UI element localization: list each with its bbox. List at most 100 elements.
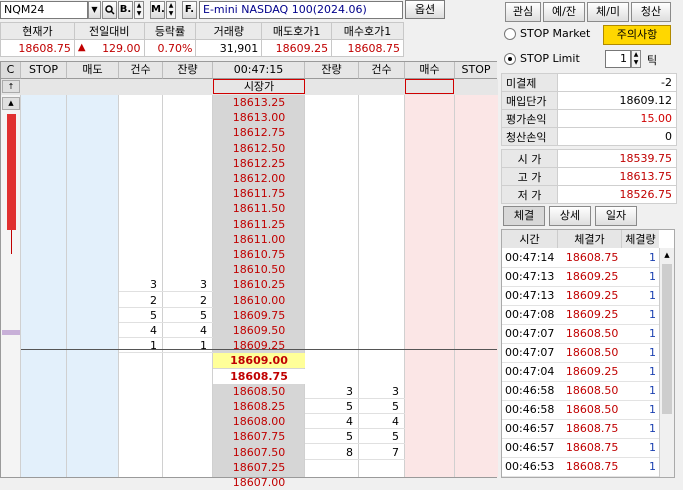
ladder-price[interactable]: 18611.25 <box>213 217 305 232</box>
subtab-daily[interactable]: 일자 <box>595 206 637 226</box>
ladder-price[interactable]: 18612.00 <box>213 171 305 186</box>
ladder-row: 1 1 18609.25 <box>1 338 498 354</box>
search-button[interactable] <box>102 1 117 19</box>
tab-watchlist[interactable]: 관심 <box>505 2 541 22</box>
trade-price: 18609.25 <box>557 267 622 287</box>
ladder-price[interactable]: 18610.75 <box>213 247 305 262</box>
ask-qty-cell <box>163 353 213 368</box>
ask-count-cell <box>119 353 163 368</box>
market-price-sell-box[interactable]: 시장가 <box>213 79 305 94</box>
spin-down-icon[interactable]: ▼ <box>632 59 640 67</box>
ask-count-cell <box>119 475 163 490</box>
trades-header-qty: 체결량 <box>625 233 656 246</box>
ladder-price[interactable]: 18609.25 <box>213 338 305 353</box>
b-spinner[interactable]: ▲ ▼ <box>134 1 144 19</box>
ladder-price[interactable]: 18607.00 <box>213 475 305 490</box>
symbol-dropdown-button[interactable]: ▼ <box>88 1 101 19</box>
trade-row: 00:47:13 18609.25 1 <box>502 286 659 306</box>
trade-row: 00:47:07 18608.50 1 <box>502 324 659 344</box>
spin-up-icon[interactable]: ▲ <box>167 2 175 10</box>
spin-up-icon[interactable]: ▲ <box>632 51 640 59</box>
trade-row: 00:46:53 18608.75 1 <box>502 457 659 477</box>
change-value: ▲ 129.00 <box>73 39 145 57</box>
options-button[interactable]: 옵션 <box>405 0 445 19</box>
trade-row: 00:47:04 18609.25 1 <box>502 362 659 382</box>
ladder-price[interactable]: 18611.00 <box>213 232 305 247</box>
ladder-price[interactable]: 18607.50 <box>213 445 305 460</box>
ladder-price[interactable]: 18608.25 <box>213 399 305 414</box>
ask-qty-cell <box>163 399 213 414</box>
ladder-price[interactable]: 18611.75 <box>213 186 305 201</box>
spin-down-icon[interactable]: ▼ <box>135 10 143 18</box>
ladder-price[interactable]: 18612.75 <box>213 125 305 140</box>
ask-bid-separator <box>21 349 497 350</box>
ask-qty-cell: 2 <box>163 293 213 308</box>
ask-count-cell <box>119 429 163 444</box>
scrollbar-thumb[interactable] <box>662 264 672 414</box>
ladder-price[interactable]: 18612.50 <box>213 141 305 156</box>
ladder-price[interactable]: 18608.50 <box>213 384 305 399</box>
ask-count-cell <box>119 247 163 262</box>
bid-qty-cell <box>305 217 359 232</box>
tab-deposit[interactable]: 예/잔 <box>543 2 585 22</box>
ladder-price[interactable]: 18608.00 <box>213 414 305 429</box>
trades-scrollbar[interactable]: ▲ <box>659 248 674 477</box>
ladder-row: 18612.75 <box>1 125 498 140</box>
notice-button[interactable]: 주의사항 <box>603 25 671 45</box>
ladder-price[interactable]: 18609.75 <box>213 308 305 323</box>
ladder-price[interactable]: 18607.25 <box>213 460 305 475</box>
position-row: 청산손익 0 <box>501 127 677 146</box>
ladder-row: 3 3 18610.25 <box>1 277 498 293</box>
ask-count-cell <box>119 445 163 460</box>
trade-time: 00:47:08 <box>502 305 558 325</box>
stop-market-radio[interactable] <box>504 28 516 40</box>
trade-qty: 1 <box>621 457 659 477</box>
ask-qty-cell <box>163 445 213 460</box>
tab-liquidate[interactable]: 청산 <box>631 2 671 22</box>
ladder-price[interactable]: 18610.00 <box>213 293 305 308</box>
ladder-price[interactable]: 18607.75 <box>213 429 305 444</box>
stop-limit-radio[interactable] <box>504 53 516 65</box>
b-button[interactable]: B. <box>118 1 133 19</box>
m-spinner[interactable]: ▲ ▼ <box>166 1 176 19</box>
ladder-row: 18613.00 <box>1 110 498 125</box>
tab-filled[interactable]: 체/미 <box>587 2 629 22</box>
tick-input[interactable]: 1 <box>605 50 631 68</box>
bid-count-cell <box>359 308 405 323</box>
ladder-price[interactable]: 18612.25 <box>213 156 305 171</box>
header-ask-count: 건수 <box>119 62 163 79</box>
position-label: 매입단가 <box>501 91 558 110</box>
ladder-row: 5 5 18609.75 <box>1 308 498 323</box>
trades-header-price: 체결가 <box>557 230 622 248</box>
ladder-price[interactable]: 18613.00 <box>213 110 305 125</box>
subtab-trades[interactable]: 체결 <box>503 206 545 226</box>
trade-price: 18609.25 <box>557 362 622 382</box>
ladder-price[interactable]: 18610.50 <box>213 262 305 277</box>
ladder-price[interactable]: 18610.25 <box>213 277 305 292</box>
scrollbar-up-icon[interactable]: ▲ <box>660 248 674 262</box>
ladder-price[interactable]: 18608.75 <box>213 368 305 384</box>
ladder-price[interactable]: 18609.50 <box>213 323 305 338</box>
search-icon <box>104 5 115 15</box>
spin-down-icon[interactable]: ▼ <box>167 10 175 18</box>
ladder-price[interactable]: 18609.00 <box>213 353 305 369</box>
ladder-price[interactable]: 18611.50 <box>213 201 305 216</box>
subtab-detail[interactable]: 상세 <box>549 206 591 226</box>
c-button[interactable]: C <box>1 62 21 79</box>
spin-up-icon[interactable]: ▲ <box>135 2 143 10</box>
tick-spinner[interactable]: ▲ ▼ <box>631 50 641 68</box>
ladder-price[interactable]: 18613.25 <box>213 95 305 110</box>
bid-count-cell <box>359 141 405 156</box>
up-arrow-icon: ▲ <box>77 41 86 53</box>
bid-count-cell: 3 <box>359 384 405 399</box>
ladder-row: 8 7 18607.50 <box>1 445 498 460</box>
scroll-up-button[interactable]: ↑ <box>2 80 20 93</box>
f-button[interactable]: F. <box>182 1 197 19</box>
market-price-buy-box[interactable] <box>405 79 454 94</box>
header-volume: 거래량 <box>195 22 263 40</box>
bid-qty-cell <box>305 171 359 186</box>
symbol-input[interactable]: NQM24 <box>0 1 88 19</box>
trade-time: 00:46:58 <box>502 400 558 420</box>
m-button[interactable]: M. <box>150 1 165 19</box>
ask-qty-cell <box>163 262 213 277</box>
